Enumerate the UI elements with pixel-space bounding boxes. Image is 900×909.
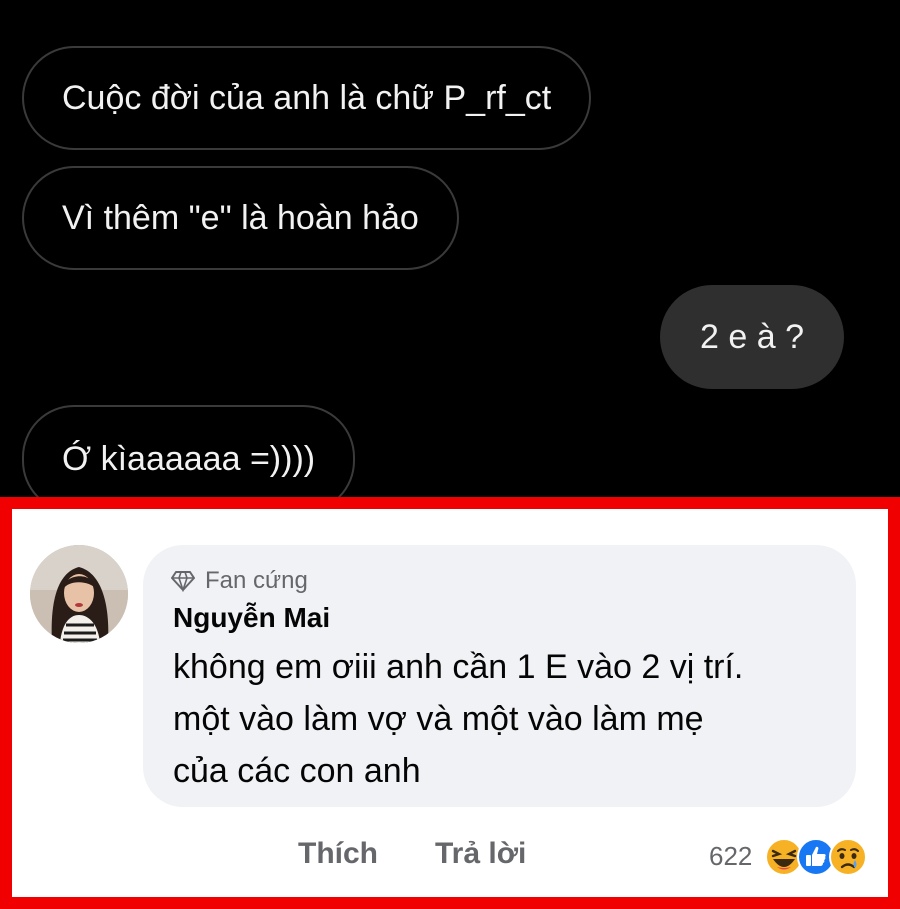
like-button[interactable]: Thích xyxy=(298,837,378,871)
message-text: Vì thêm "e" là hoàn hảo xyxy=(62,199,419,237)
badge-label: Fan cứng xyxy=(205,567,308,594)
comment-actions: Thích Trả lời 622 xyxy=(12,837,888,877)
message-text: Ớ kìaaaaaa =)))) xyxy=(62,440,316,478)
comment-highlight-frame: Fan cứng Nguyễn Mai không em ơiii anh cầ… xyxy=(0,497,900,909)
comment-text-line: một vào làm vợ và một vào làm mẹ xyxy=(173,700,704,738)
comment-text-line: không em ơiii anh cần 1 E vào 2 vị trí. xyxy=(173,648,744,686)
chat-message-received: Vì thêm "e" là hoàn hảo xyxy=(22,166,459,270)
reply-button[interactable]: Trả lời xyxy=(435,837,526,871)
avatar[interactable] xyxy=(30,545,128,643)
message-text: Cuộc đời của anh là chữ P_rf_ct xyxy=(62,79,552,117)
avatar-photo xyxy=(30,545,128,643)
comment-text-line: của các con anh xyxy=(173,752,421,790)
fan-badge: Fan cứng xyxy=(171,567,308,595)
comment-text: không em ơiii anh cần 1 E vào 2 vị trí. … xyxy=(173,641,843,797)
chat-message-sent: 2 e à ? xyxy=(660,285,844,389)
chat-message-received: Cuộc đời của anh là chữ P_rf_ct xyxy=(22,46,592,150)
chat-message-received: Ớ kìaaaaaa =)))) xyxy=(22,405,356,497)
reaction-count[interactable]: 622 xyxy=(709,841,752,872)
comment-author[interactable]: Nguyễn Mai xyxy=(173,602,330,634)
reactions-summary[interactable] xyxy=(764,837,874,877)
sad-reaction-icon xyxy=(829,838,867,876)
diamond-icon xyxy=(171,571,195,592)
message-text: 2 e à ? xyxy=(700,318,804,356)
comment-bubble: Fan cứng Nguyễn Mai không em ơiii anh cầ… xyxy=(143,545,856,807)
chat-screenshot: Cuộc đời của anh là chữ P_rf_ct Vì thêm … xyxy=(0,0,900,497)
